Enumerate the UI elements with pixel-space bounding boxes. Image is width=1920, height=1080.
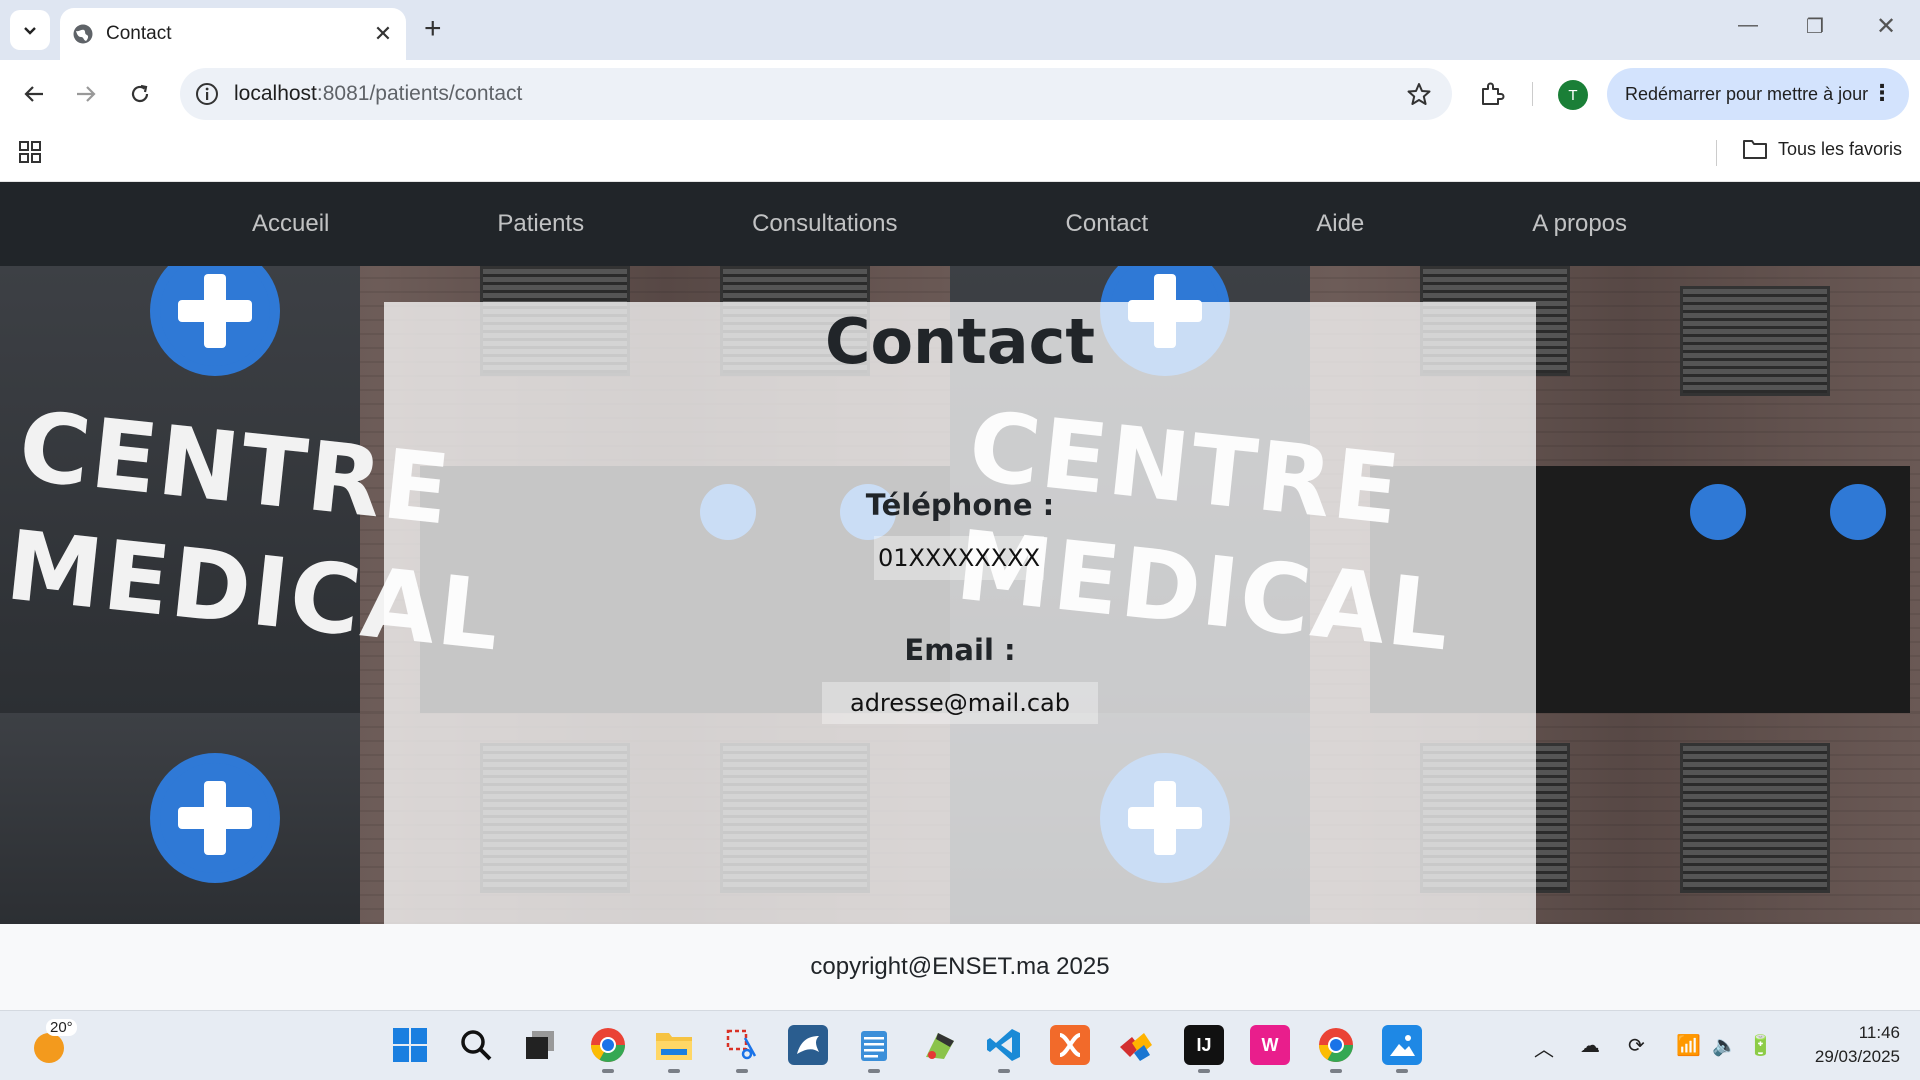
taskbar: 20° IJ W ︿ ☁ ⟳ 📶 🔈 🔋 11:46 29/03/2025 (0, 1010, 1920, 1080)
minimize-icon[interactable]: — (1738, 14, 1758, 37)
dolphin-icon (797, 1036, 819, 1054)
vscode-icon[interactable] (984, 1025, 1024, 1065)
back-arrow-icon (24, 86, 43, 102)
folder-icon (1743, 140, 1767, 159)
bookmark-star-icon[interactable] (1406, 81, 1432, 107)
more-menu-icon[interactable]: ⋮ (1871, 82, 1893, 104)
xampp-logo-icon (1059, 1033, 1081, 1057)
start-button[interactable] (390, 1025, 430, 1065)
photos-icon[interactable] (1382, 1025, 1422, 1065)
all-bookmarks-folder[interactable]: Tous les favoris (1742, 138, 1902, 160)
volume-icon[interactable]: 🔈 (1712, 1033, 1737, 1058)
battery-icon[interactable]: 🔋 (1748, 1033, 1773, 1058)
notepad-icon[interactable] (854, 1025, 894, 1065)
task-view-button[interactable] (520, 1025, 560, 1065)
page-title: Contact (824, 305, 1096, 378)
bookmarks-divider (1716, 140, 1717, 166)
url-path: :8081/patients/contact (316, 82, 523, 105)
scissors-icon (726, 1029, 757, 1060)
sync-icon[interactable]: ⟳ (1628, 1033, 1645, 1058)
search-button[interactable] (456, 1025, 496, 1065)
close-tab-icon[interactable]: ✕ (372, 21, 394, 47)
intellij-icon[interactable]: IJ (1184, 1025, 1224, 1065)
forward-button[interactable] (70, 78, 102, 110)
task-view-icon (526, 1031, 554, 1059)
chevron-down-icon (24, 27, 36, 35)
xampp-icon[interactable] (1050, 1025, 1090, 1065)
apps-grid-icon[interactable] (18, 140, 42, 164)
windows-start-icon (393, 1028, 427, 1062)
forward-arrow-icon (77, 86, 96, 102)
tab-title: Contact (106, 23, 172, 44)
bookmarks-bar: Tous les favoris (0, 128, 1920, 182)
taskbar-clock[interactable]: 11:46 29/03/2025 (1790, 1021, 1900, 1069)
all-bookmarks-label: Tous les favoris (1778, 138, 1903, 159)
palette-icon (926, 1033, 954, 1059)
weather-widget[interactable]: 20° (30, 1019, 77, 1065)
tab-search-button[interactable] (10, 10, 50, 50)
image-icon (1390, 1035, 1415, 1056)
nav-patients[interactable]: Patients (497, 210, 584, 238)
chrome-icon (1319, 1028, 1353, 1062)
email-value: adresse@mail.cab (822, 682, 1098, 724)
medical-cross-icon (160, 763, 270, 873)
nav-a-propos[interactable]: A propos (1532, 210, 1627, 238)
clock-date: 29/03/2025 (1814, 1047, 1900, 1066)
search-icon (461, 1030, 492, 1061)
gems-icon (1120, 1033, 1152, 1061)
globe-icon (73, 24, 93, 44)
webstorm-logo-icon: W (1261, 1034, 1279, 1055)
wifi-icon[interactable]: 📶 (1676, 1033, 1701, 1058)
phone-value: 01XXXXXXXX (874, 536, 1044, 580)
close-window-icon[interactable]: ✕ (1876, 12, 1896, 41)
weather-sun-icon (34, 1033, 64, 1063)
webstorm-icon[interactable]: W (1250, 1025, 1290, 1065)
extensions-icon[interactable] (1478, 80, 1506, 108)
restore-icon[interactable]: ❐ (1806, 14, 1824, 39)
browser-tab-strip: Contact ✕ + — ❐ ✕ (0, 0, 1920, 60)
mysql-workbench-icon[interactable] (788, 1025, 828, 1065)
file-explorer-icon[interactable] (654, 1025, 694, 1065)
footer-copyright: copyright@ENSET.ma 2025 (810, 953, 1110, 980)
update-button[interactable]: Redémarrer pour mettre à jour ⋮ (1607, 68, 1909, 120)
reload-icon (131, 84, 149, 103)
toolbar-divider (1532, 82, 1533, 106)
nav-accueil[interactable]: Accueil (252, 210, 329, 238)
back-button[interactable] (18, 78, 50, 110)
browser-tab[interactable]: Contact ✕ (60, 8, 406, 60)
app-icon-gems[interactable] (1116, 1025, 1156, 1065)
weather-temperature: 20° (46, 1019, 77, 1036)
chrome-taskbar-icon[interactable] (588, 1025, 628, 1065)
chrome-icon (591, 1028, 625, 1062)
page-footer: copyright@ENSET.ma 2025 (0, 924, 1920, 1010)
contact-panel (384, 302, 1536, 924)
browser-toolbar: localhost:8081/patients/contact T Redéma… (0, 60, 1920, 128)
nav-consultations[interactable]: Consultations (752, 210, 897, 238)
nav-aide[interactable]: Aide (1316, 210, 1364, 238)
snipping-tool-icon[interactable] (722, 1025, 762, 1065)
update-button-label: Redémarrer pour mettre à jour (1625, 83, 1869, 104)
nav-contact[interactable]: Contact (1066, 210, 1149, 238)
reload-button[interactable] (124, 78, 156, 110)
phone-label: Téléphone : (865, 488, 1055, 522)
chrome-profile-icon[interactable] (1316, 1025, 1356, 1065)
address-bar[interactable]: localhost:8081/patients/contact (180, 68, 1452, 120)
show-hidden-icons-chevron-icon[interactable]: ︿ (1534, 1033, 1554, 1062)
clock-time: 11:46 (1858, 1023, 1900, 1042)
new-tab-button[interactable]: + (424, 14, 442, 44)
folder-icon (656, 1033, 692, 1060)
email-label: Email : (904, 633, 1016, 667)
site-navbar: Accueil Patients Consultations Contact A… (0, 182, 1920, 266)
url-host: localhost (234, 82, 317, 105)
onedrive-cloud-icon[interactable]: ☁ (1580, 1033, 1600, 1058)
vscode-logo-icon (987, 1029, 1020, 1061)
paint-icon[interactable] (920, 1025, 960, 1065)
notepad-icon-glyph (861, 1031, 887, 1061)
intellij-logo-icon: IJ (1196, 1034, 1212, 1055)
site-info-icon[interactable] (194, 81, 220, 107)
profile-avatar[interactable]: T (1558, 80, 1588, 110)
